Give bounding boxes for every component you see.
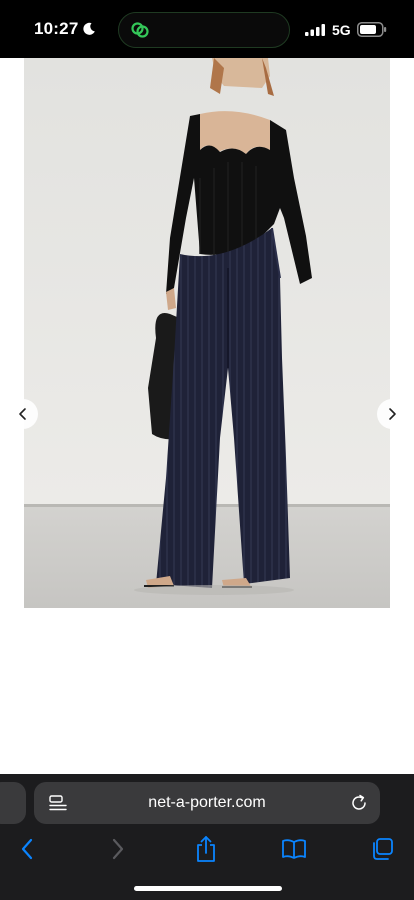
battery-icon bbox=[357, 22, 387, 37]
signal-icon bbox=[305, 24, 325, 36]
back-icon bbox=[21, 838, 33, 860]
reload-icon[interactable] bbox=[350, 794, 368, 812]
tabs-button[interactable] bbox=[367, 834, 397, 864]
tabs-icon bbox=[373, 838, 393, 860]
address-bar[interactable]: net-a-porter.com bbox=[34, 782, 380, 824]
previous-tab-peek[interactable] bbox=[0, 782, 26, 824]
chevron-left-icon bbox=[19, 408, 26, 420]
status-time: 10:27 bbox=[34, 19, 79, 38]
chevron-right-icon bbox=[389, 408, 396, 420]
network-label: 5G bbox=[332, 22, 351, 38]
carousel-prev-button[interactable] bbox=[8, 399, 38, 429]
share-button[interactable] bbox=[191, 834, 221, 864]
url-text[interactable]: net-a-porter.com bbox=[34, 794, 380, 812]
bookmarks-icon bbox=[282, 839, 306, 859]
forward-icon bbox=[112, 838, 124, 860]
bookmarks-button[interactable] bbox=[279, 834, 309, 864]
status-bar: 10:27 5G bbox=[0, 0, 414, 58]
activity-link-icon bbox=[131, 22, 149, 38]
product-photo bbox=[24, 58, 390, 608]
safari-page: 10:27 5G net-a-porter.com bbox=[0, 0, 414, 900]
moon-icon bbox=[83, 22, 95, 35]
forward-button[interactable] bbox=[103, 834, 133, 864]
browser-toolbar bbox=[0, 832, 414, 866]
product-image[interactable] bbox=[24, 58, 390, 608]
dynamic-island[interactable] bbox=[118, 12, 290, 48]
share-icon bbox=[197, 836, 215, 862]
web-content bbox=[0, 58, 414, 774]
browser-bottom-bar: net-a-porter.com bbox=[0, 774, 414, 900]
back-button[interactable] bbox=[12, 834, 42, 864]
carousel-next-button[interactable] bbox=[377, 399, 407, 429]
home-indicator[interactable] bbox=[134, 886, 282, 891]
